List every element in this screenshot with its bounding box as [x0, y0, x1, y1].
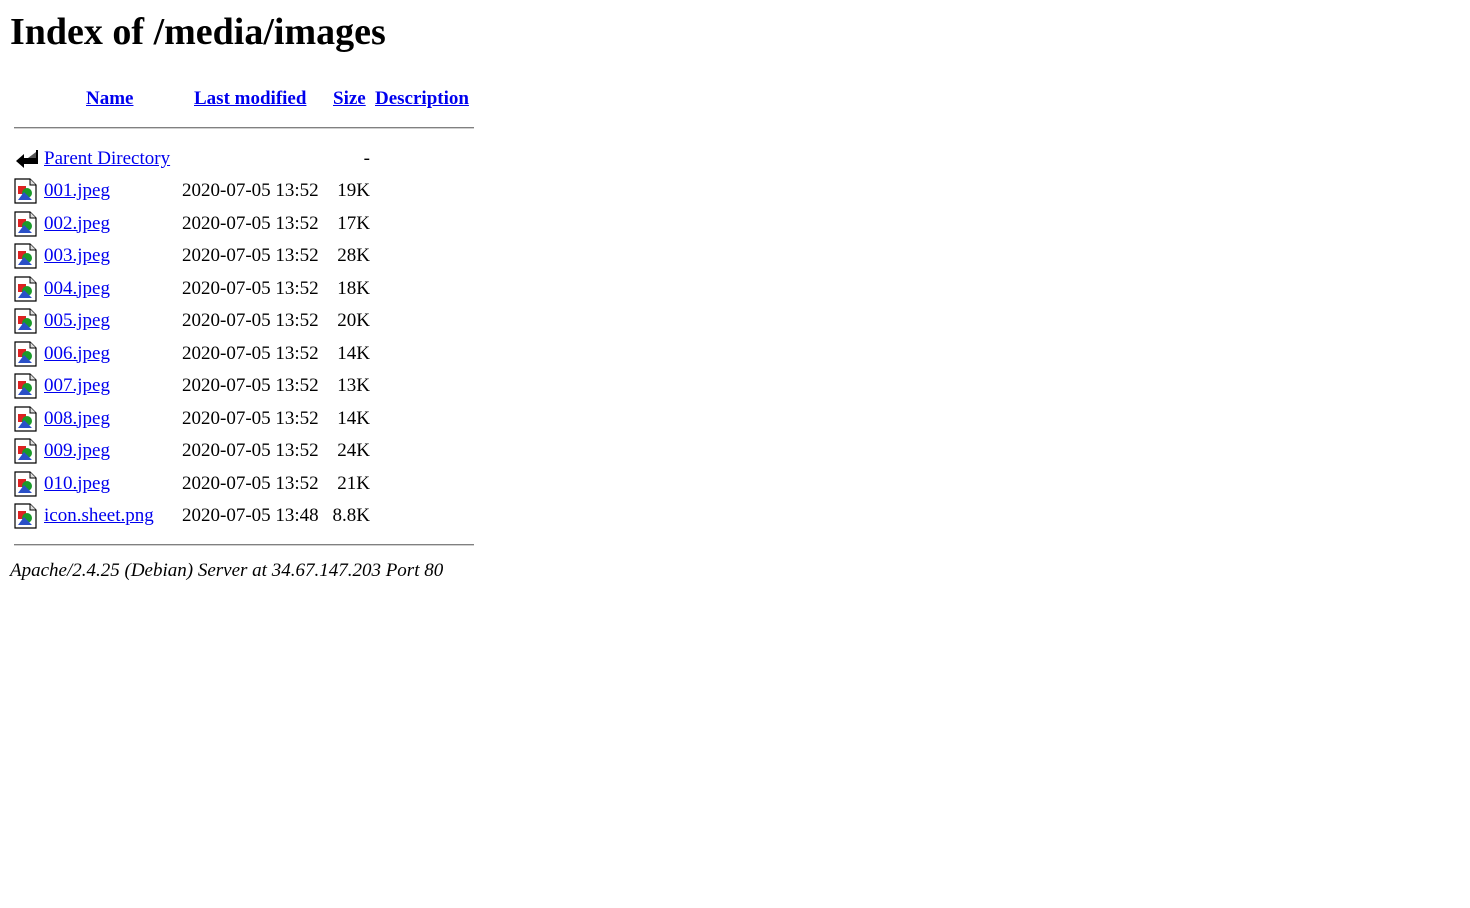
file-link[interactable]: 002.jpeg — [44, 210, 110, 238]
file-size: 28K — [337, 245, 370, 266]
parent-size: - — [363, 148, 370, 169]
file-modified: 2020-07-05 13:52 — [182, 440, 319, 461]
file-size: 20K — [337, 310, 370, 331]
image-file-icon — [14, 438, 38, 464]
image-file-icon — [14, 503, 38, 529]
file-size: 13K — [337, 375, 370, 396]
file-modified: 2020-07-05 13:52 — [182, 245, 319, 266]
file-link[interactable]: 005.jpeg — [44, 307, 110, 335]
file-size: 8.8K — [332, 505, 370, 526]
file-link[interactable]: 008.jpeg — [44, 405, 110, 433]
file-link[interactable]: 007.jpeg — [44, 372, 110, 400]
file-link[interactable]: 009.jpeg — [44, 437, 110, 465]
file-modified: 2020-07-05 13:52 — [182, 472, 319, 494]
image-file-icon — [14, 470, 38, 497]
parent-directory-link[interactable]: Parent Directory — [44, 145, 170, 173]
image-file-icon — [14, 243, 38, 269]
file-size: 17K — [337, 212, 370, 234]
file-link[interactable]: 006.jpeg — [44, 340, 110, 368]
file-size: 19K — [337, 180, 370, 201]
file-modified: 2020-07-05 13:52 — [182, 310, 319, 331]
file-modified: 2020-07-05 13:48 — [182, 505, 319, 526]
file-modified: 2020-07-05 13:52 — [182, 407, 319, 429]
file-modified: 2020-07-05 13:52 — [182, 375, 319, 396]
file-modified: 2020-07-05 13:52 — [182, 180, 319, 201]
file-size: 14K — [337, 342, 370, 364]
file-link[interactable]: 004.jpeg — [44, 275, 110, 303]
file-link[interactable]: 001.jpeg — [44, 177, 110, 205]
file-link[interactable]: icon.sheet.png — [44, 502, 154, 530]
file-modified: 2020-07-05 13:52 — [182, 277, 319, 299]
file-size: 14K — [337, 407, 370, 429]
back-arrow-icon — [14, 146, 38, 172]
column-header-last-modified[interactable]: Last modified — [194, 86, 306, 112]
footer-divider — [14, 544, 474, 546]
file-modified: 2020-07-05 13:52 — [182, 342, 319, 364]
header-divider — [14, 127, 474, 129]
file-link[interactable]: 010.jpeg — [44, 470, 110, 498]
column-header-size[interactable]: Size — [333, 86, 366, 112]
file-size: 21K — [337, 472, 370, 494]
image-file-icon — [14, 373, 38, 399]
image-file-icon — [14, 210, 38, 237]
file-size: 24K — [337, 440, 370, 461]
file-modified: 2020-07-05 13:52 — [182, 212, 319, 234]
column-header-description[interactable]: Description — [375, 86, 469, 112]
file-size: 18K — [337, 277, 370, 299]
column-header-name[interactable]: Name — [86, 86, 133, 112]
image-file-icon — [14, 340, 38, 367]
server-signature: Apache/2.4.25 (Debian) Server at 34.67.1… — [10, 560, 444, 581]
image-file-icon — [14, 405, 38, 432]
image-file-icon — [14, 275, 38, 302]
file-link[interactable]: 003.jpeg — [44, 242, 110, 270]
page-title: Index of /media/images — [10, 11, 386, 53]
image-file-icon — [14, 178, 38, 204]
image-file-icon — [14, 308, 38, 334]
